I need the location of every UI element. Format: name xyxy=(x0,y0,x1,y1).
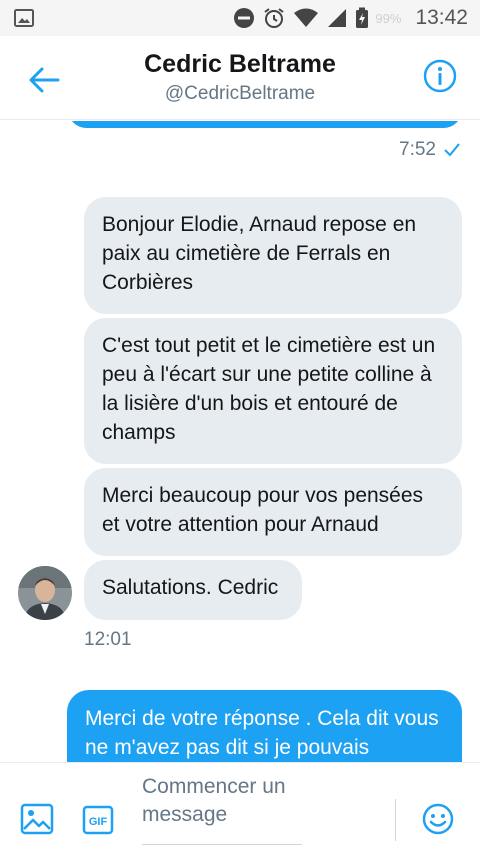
emoji-icon xyxy=(422,803,454,835)
sent-timestamp: 7:52 xyxy=(399,139,460,161)
dnd-icon xyxy=(234,8,255,28)
avatar[interactable] xyxy=(18,566,72,620)
wifi-icon xyxy=(294,8,319,27)
title-block[interactable]: Cedric Beltrame @CedricBeltrame xyxy=(0,50,480,105)
received-message[interactable]: Salutations. Cedric xyxy=(84,560,302,620)
received-message[interactable]: C'est tout petit et le cimetière est un … xyxy=(84,318,462,464)
composer-divider xyxy=(395,799,396,841)
battery-icon xyxy=(356,7,369,28)
signal-icon xyxy=(328,9,347,27)
clock: 13:42 xyxy=(415,6,468,29)
add-photo-button[interactable] xyxy=(20,803,54,840)
contact-name: Cedric Beltrame xyxy=(144,50,336,78)
previous-sent-message[interactable] xyxy=(68,121,462,128)
add-gif-button[interactable]: GIF xyxy=(82,805,114,840)
conversation-header: Cedric Beltrame @CedricBeltrame xyxy=(0,36,480,120)
status-bar: 99% 13:42 xyxy=(0,0,480,36)
message-input[interactable]: Commencer un message xyxy=(142,773,302,845)
image-icon xyxy=(20,803,54,835)
battery-percentage: 99% xyxy=(375,10,402,26)
received-message[interactable]: Merci beaucoup pour vos pensées et votre… xyxy=(84,468,462,556)
received-message[interactable]: Bonjour Elodie, Arnaud repose en paix au… xyxy=(84,197,462,314)
sent-message[interactable]: Merci de votre réponse . Cela dit vous n… xyxy=(67,690,462,762)
gif-icon: GIF xyxy=(82,805,114,835)
info-button[interactable] xyxy=(422,58,462,98)
message-placeholder: Commencer un message xyxy=(142,775,286,826)
alarm-icon xyxy=(264,8,285,28)
message-text: Merci de votre réponse . Cela dit vous n… xyxy=(85,707,439,759)
message-list[interactable]: 7:52 Bonjour Elodie, Arnaud repose en pa… xyxy=(0,121,480,762)
gallery-notification-icon xyxy=(14,9,34,27)
received-timestamp: 12:01 xyxy=(84,629,132,650)
message-text: Bonjour Elodie, Arnaud repose en paix au… xyxy=(102,213,417,294)
message-text: Salutations. Cedric xyxy=(102,576,279,599)
message-text: C'est tout petit et le cimetière est un … xyxy=(102,334,436,444)
message-text: Merci beaucoup pour vos pensées et votre… xyxy=(102,484,424,536)
info-icon xyxy=(423,59,457,93)
contact-handle: @CedricBeltrame xyxy=(164,83,316,104)
read-check-icon xyxy=(444,143,460,157)
sent-time-text: 7:52 xyxy=(399,139,436,160)
svg-text:GIF: GIF xyxy=(89,816,108,828)
emoji-button[interactable] xyxy=(422,803,454,840)
composer: GIF Commencer un message xyxy=(0,762,480,854)
